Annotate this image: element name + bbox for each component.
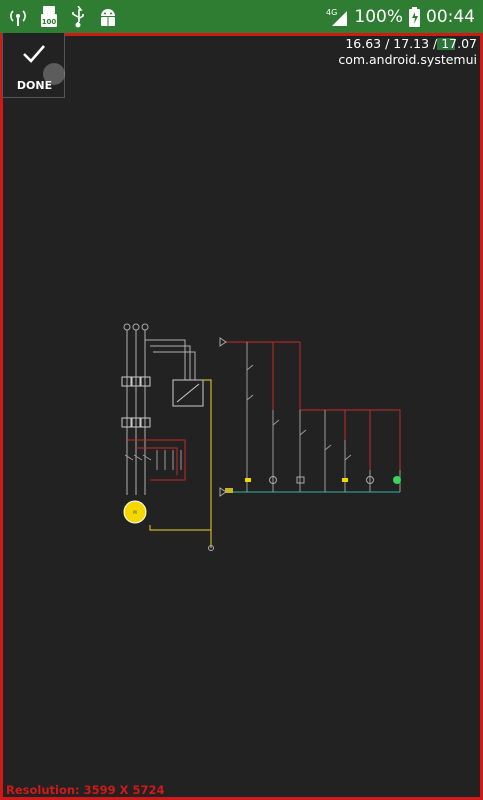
svg-text:100: 100: [42, 18, 57, 26]
input-terminals: [123, 323, 149, 331]
battery-charging-icon: [409, 6, 420, 27]
signal-icon: 4G: [326, 8, 348, 26]
circuit-diagram[interactable]: M: [105, 320, 405, 560]
overload-contacts: [124, 450, 182, 470]
status-bar: 100 4G 100% 00:44: [0, 0, 483, 33]
clock: 00:44: [426, 6, 475, 27]
fps-readout: 16.63 / 17.13 / 17.07: [345, 36, 477, 52]
android-debug-icon: [101, 9, 115, 26]
control-top-wire: [225, 341, 401, 470]
package-name: com.android.systemui: [338, 52, 477, 67]
checkmark-icon: [23, 45, 45, 63]
battery-percent: 100%: [354, 6, 403, 27]
status-icons-left: 100: [8, 5, 118, 29]
svg-text:M: M: [133, 510, 137, 515]
indicator-lamp: [393, 476, 401, 484]
status-icons-right: 4G 100% 00:44: [326, 0, 475, 33]
resolution-label: Resolution: 3599 X 5724: [6, 783, 165, 797]
breaker-block: [121, 376, 204, 428]
svg-text:4G: 4G: [326, 8, 337, 17]
fps-text: 16.63 / 17.13 / 17.07: [345, 36, 477, 51]
control-branches: [246, 342, 401, 492]
storage-100-icon: 100: [41, 6, 57, 27]
hotspot-icon: [10, 10, 26, 26]
touch-indicator: [43, 63, 65, 85]
usb-icon: [72, 6, 84, 28]
